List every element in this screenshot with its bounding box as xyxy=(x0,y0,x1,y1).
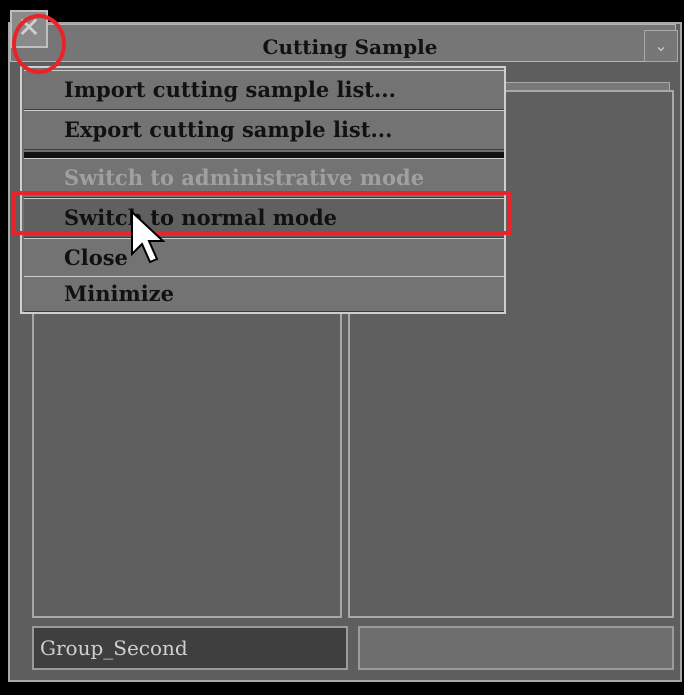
window-menu-button[interactable]: ⌄ xyxy=(644,30,678,62)
secondary-field[interactable] xyxy=(358,626,674,670)
window-title: Cutting Sample xyxy=(262,35,438,59)
menu-item-import[interactable]: Import cutting sample list... xyxy=(24,70,504,110)
menu-item-admin-mode: Switch to administrative mode xyxy=(24,158,504,198)
menu-item-normal-mode[interactable]: Switch to normal mode xyxy=(24,198,504,238)
group-name-field[interactable]: Group_Second xyxy=(32,626,348,670)
chevron-down-icon: ⌄ xyxy=(654,36,668,55)
menu-item-close[interactable]: Close xyxy=(24,238,504,278)
menu-item-minimize[interactable]: Minimize xyxy=(24,276,504,312)
menu-item-export[interactable]: Export cutting sample list... xyxy=(24,110,504,150)
close-button[interactable]: ✕ xyxy=(10,10,48,48)
close-icon: ✕ xyxy=(17,11,41,44)
window-context-menu: Import cutting sample list... Export cut… xyxy=(20,66,506,314)
